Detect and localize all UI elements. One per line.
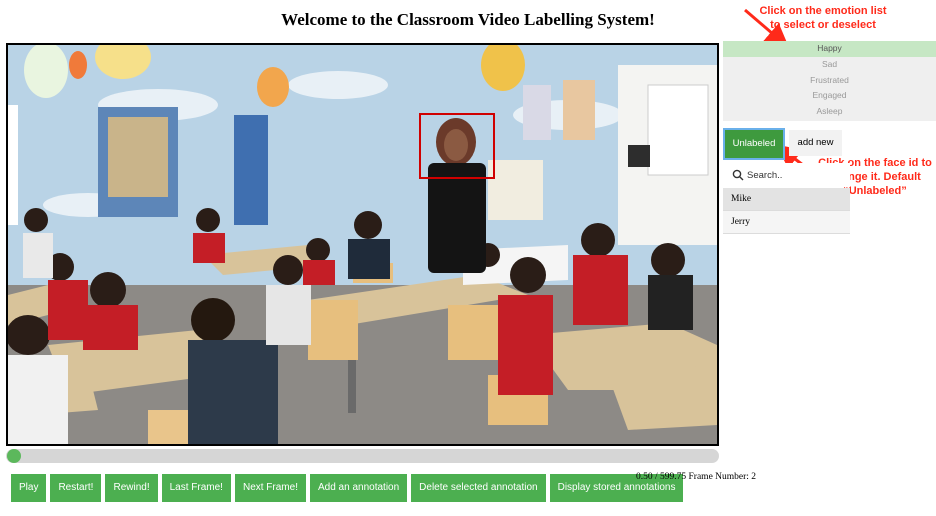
video-frame[interactable] (6, 43, 719, 446)
classroom-video-image (8, 45, 717, 444)
search-icon (732, 169, 744, 181)
emotion-item-asleep[interactable]: Asleep (723, 104, 936, 120)
video-progress-bar[interactable] (6, 449, 719, 463)
play-button[interactable]: Play (11, 474, 47, 502)
rewind-button[interactable]: Rewind! (105, 474, 158, 502)
face-bounding-box[interactable] (419, 113, 495, 179)
control-buttons: Play Restart! Rewind! Last Frame! Next F… (11, 474, 684, 502)
add-new-button[interactable]: add new (789, 130, 842, 156)
progress-knob[interactable] (6, 449, 21, 463)
name-search (723, 163, 850, 187)
face-id-button[interactable]: Unlabeled (725, 130, 783, 158)
name-item-jerry[interactable]: Jerry (723, 211, 850, 234)
name-list: Mike Jerry (723, 188, 850, 234)
emotion-list-annotation: Click on the emotion list to select or d… (748, 4, 898, 32)
annotation-line: to select or deselect (770, 19, 876, 31)
last-frame-button[interactable]: Last Frame! (161, 474, 231, 502)
annotation-line: Click on the emotion list (759, 5, 887, 17)
next-frame-button[interactable]: Next Frame! (234, 474, 306, 502)
name-item-mike[interactable]: Mike (723, 188, 850, 211)
emotion-list: Happy Sad Frustrated Engaged Asleep (723, 41, 936, 121)
delete-annotation-button[interactable]: Delete selected annotation (411, 474, 546, 502)
emotion-item-happy[interactable]: Happy (723, 41, 936, 57)
emotion-item-sad[interactable]: Sad (723, 57, 936, 73)
emotion-item-frustrated[interactable]: Frustrated (723, 73, 936, 89)
time-frame-readout: 0.50 / 599.75 Frame Number: 2 (636, 472, 757, 482)
add-annotation-button[interactable]: Add an annotation (309, 474, 408, 502)
restart-button[interactable]: Restart! (50, 474, 102, 502)
emotion-item-engaged[interactable]: Engaged (723, 88, 936, 104)
